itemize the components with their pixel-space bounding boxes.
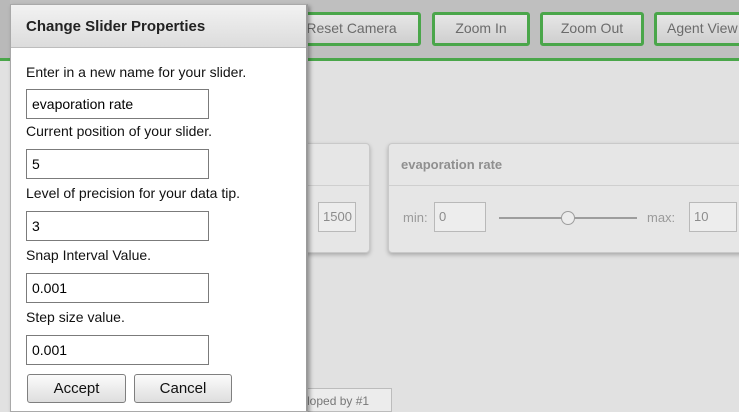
max-value-input[interactable]: 1500 bbox=[318, 202, 356, 232]
change-slider-properties-dialog: Change Slider Properties Enter in a new … bbox=[10, 4, 308, 412]
agent-view-button[interactable]: Agent View bbox=[654, 12, 739, 46]
snap-interval-input[interactable] bbox=[26, 273, 209, 303]
zoom-out-button[interactable]: Zoom Out bbox=[540, 12, 644, 46]
step-size-label: Step size value. bbox=[26, 309, 125, 325]
credit-label: Developed by #1 bbox=[298, 388, 392, 412]
cancel-button[interactable]: Cancel bbox=[134, 374, 232, 403]
slider-name-input[interactable] bbox=[26, 89, 209, 119]
dialog-title: Change Slider Properties bbox=[26, 18, 206, 35]
min-value-input[interactable]: 0 bbox=[434, 202, 486, 232]
slider-name-label: Enter in a new name for your slider. bbox=[26, 64, 247, 80]
left-edge-toolbar bbox=[0, 0, 10, 58]
precision-label: Level of precision for your data tip. bbox=[26, 185, 241, 201]
left-edge-divider bbox=[0, 58, 10, 61]
slider-title: evaporation rate bbox=[401, 157, 503, 172]
snap-interval-label: Snap Interval Value. bbox=[26, 247, 152, 263]
evaporation-slider-widget: evaporation rate min: 0 max: 10 bbox=[388, 143, 739, 253]
widget-header: evaporation rate bbox=[389, 144, 739, 186]
dialog-header: Change Slider Properties bbox=[11, 5, 306, 48]
max-value-input[interactable]: 10 bbox=[689, 202, 737, 232]
slider-thumb[interactable] bbox=[561, 211, 575, 225]
min-label: min: bbox=[403, 210, 428, 225]
accept-button[interactable]: Accept bbox=[27, 374, 126, 403]
max-label: max: bbox=[647, 210, 676, 225]
slider-position-label: Current position of your slider. bbox=[26, 123, 212, 139]
zoom-in-button[interactable]: Zoom In bbox=[432, 12, 530, 46]
step-size-input[interactable] bbox=[26, 335, 209, 365]
credit-text: Developed by #1 bbox=[299, 394, 370, 408]
reset-camera-button[interactable]: Reset Camera bbox=[290, 12, 421, 46]
slider-position-input[interactable] bbox=[26, 149, 209, 179]
precision-input[interactable] bbox=[26, 211, 209, 241]
